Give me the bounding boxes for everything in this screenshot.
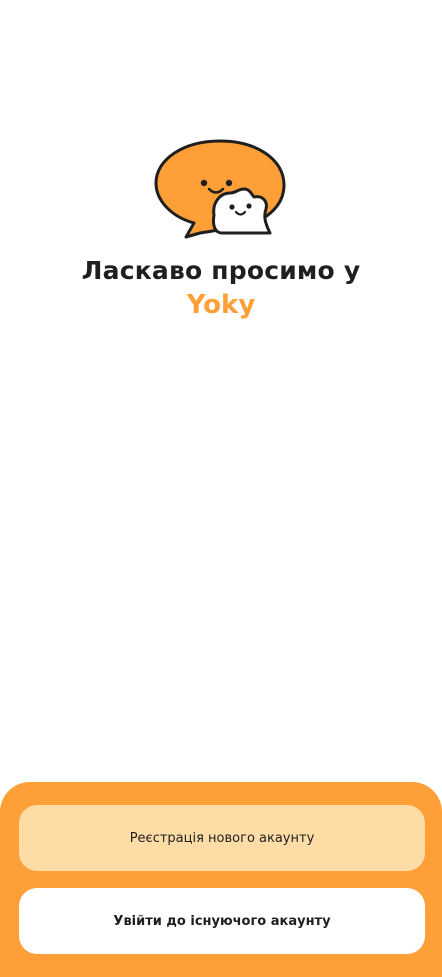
login-button[interactable]: Увійти до існуючого акаунту bbox=[19, 888, 425, 954]
chat-bubbles-mascot-icon bbox=[154, 139, 286, 239]
register-button[interactable]: Реєстрація нового акаунту bbox=[19, 805, 425, 871]
auth-actions-panel: Реєстрація нового акаунту Увійти до існу… bbox=[0, 782, 442, 977]
welcome-heading: Ласкаво просимо у Yoky bbox=[0, 254, 442, 322]
app-logo bbox=[152, 137, 288, 239]
brand-name: Yoky bbox=[186, 290, 256, 320]
welcome-title: Ласкаво просимо у bbox=[81, 256, 361, 285]
